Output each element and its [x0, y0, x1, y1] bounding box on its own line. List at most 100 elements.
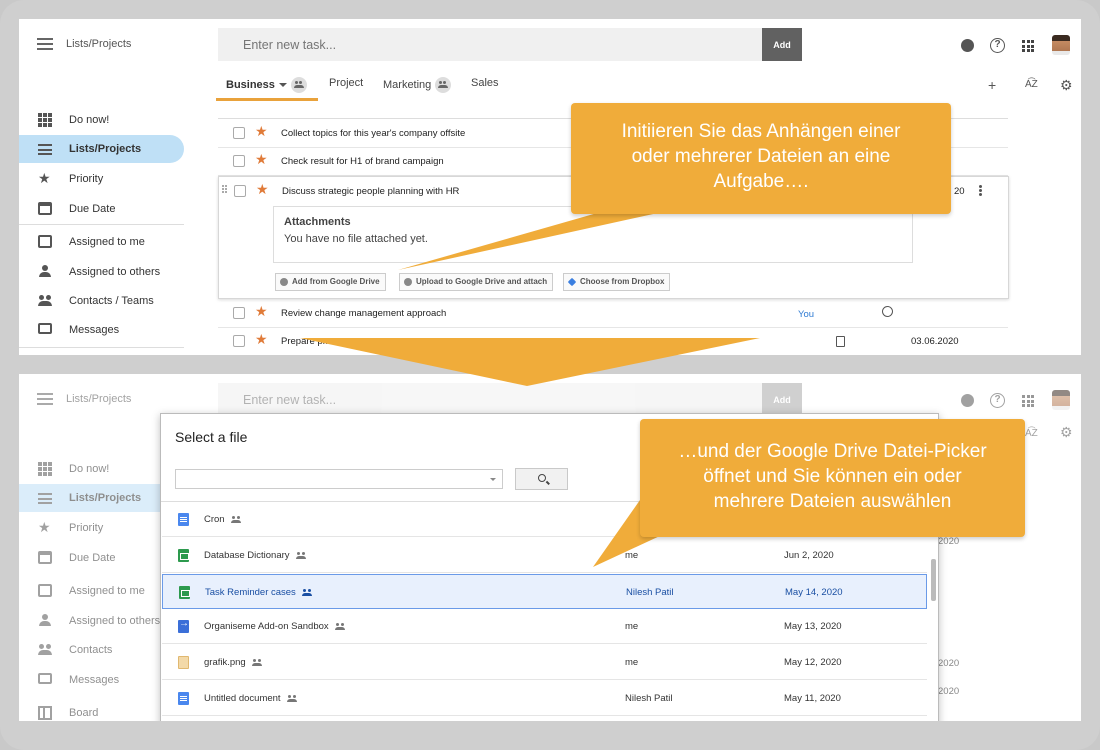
calendar-icon [38, 551, 52, 564]
notification-icon[interactable] [961, 394, 974, 407]
sidebar-item-due-date[interactable]: Due Date [19, 195, 184, 223]
star-icon[interactable]: ★ [255, 152, 268, 166]
task-date: 2020 [938, 686, 960, 697]
inbox-icon [38, 235, 52, 248]
task-checkbox[interactable] [233, 155, 245, 167]
breadcrumb: Lists/Projects [66, 393, 132, 405]
sort-az-icon[interactable]: A͡Z [1025, 79, 1038, 90]
sidebar-item-assigned-to-me[interactable]: Assigned to me [19, 228, 184, 256]
file-row[interactable]: grafik.png me May 12, 2020 [162, 645, 927, 680]
callout-line: öffnet und Sie können ein oder [703, 466, 962, 487]
add-from-google-drive-button[interactable]: Add from Google Drive [275, 273, 386, 291]
google-drive-icon [280, 278, 288, 286]
task-checkbox[interactable] [233, 307, 245, 319]
task-checkbox[interactable] [233, 127, 245, 139]
person-icon [38, 614, 52, 628]
shared-icon [251, 658, 263, 666]
shortcut-icon [178, 618, 189, 633]
task-date: 2020 [938, 658, 960, 669]
group-icon [38, 294, 52, 308]
sidebar-item-priority[interactable]: ★ Priority [19, 165, 184, 193]
task-checkbox[interactable] [233, 335, 245, 347]
google-drive-icon [404, 278, 412, 286]
task-title: Check result for H1 of brand campaign [281, 156, 444, 167]
menu-icon[interactable] [37, 38, 53, 50]
notification-icon[interactable] [961, 39, 974, 52]
sidebar-item-label: Lists/Projects [69, 492, 142, 504]
sidebar-item-messages[interactable]: Messages [19, 316, 184, 344]
help-icon[interactable]: ? [990, 38, 1005, 53]
task-checkbox[interactable] [234, 185, 246, 197]
menu-icon[interactable] [37, 393, 53, 405]
sidebar-item-label: Contacts / Teams [69, 295, 154, 307]
file-name: Cron [204, 514, 225, 525]
tab-marketing[interactable]: Marketing [383, 77, 452, 93]
board-icon [38, 706, 52, 720]
avatar[interactable] [1052, 35, 1070, 55]
file-date: May 11, 2020 [784, 693, 841, 704]
add-task-button[interactable]: Add [762, 383, 802, 416]
doc-icon [178, 692, 189, 705]
chevron-down-icon[interactable] [490, 478, 496, 481]
add-icon[interactable]: + [988, 77, 996, 93]
new-task-input[interactable] [218, 383, 762, 416]
callout-picker: …und der Google Drive Datei-Picker öffne… [640, 419, 1025, 537]
task-title: Prepare pr... [281, 336, 334, 347]
new-task-input[interactable] [218, 28, 762, 61]
tab-project[interactable]: Project [329, 77, 363, 89]
file-row[interactable]: Organiseme Add-on Sandbox me May 13, 2020 [162, 609, 927, 644]
callout-line: …und der Google Drive Datei-Picker [678, 441, 987, 462]
sidebar-item-label: Assigned to me [69, 236, 145, 248]
help-icon[interactable]: ? [990, 393, 1005, 408]
star-icon[interactable]: ★ [255, 304, 268, 318]
callout-attach: Initiieren Sie das Anhängen einer oder m… [571, 103, 951, 214]
file-search-input[interactable] [175, 469, 503, 489]
sidebar-item-contacts-teams[interactable]: Contacts / Teams [19, 287, 184, 315]
file-row[interactable]: Untitled document Nilesh Patil May 11, 202… [162, 681, 927, 716]
chevron-down-icon [278, 83, 287, 87]
scrollbar[interactable] [931, 559, 936, 601]
callout-line: mehrere Dateien auswählen [713, 491, 952, 512]
tab-label: Marketing [383, 78, 432, 91]
star-icon[interactable]: ★ [255, 124, 268, 138]
star-icon[interactable]: ★ [255, 332, 268, 346]
task-row[interactable]: ★ Review change management approach You [218, 299, 1008, 328]
attachments-title: Attachments [284, 216, 351, 228]
task-row[interactable]: ★ Prepare pr... 03.06.2020 [218, 327, 1008, 355]
list-icon [38, 493, 52, 504]
callout-line: Initiieren Sie das Anhängen einer [621, 121, 901, 142]
sidebar-item-lists-projects[interactable]: Lists/Projects [19, 135, 184, 163]
apps-grid-icon[interactable] [1022, 395, 1034, 407]
task-title: Collect topics for this year's company o… [281, 128, 466, 139]
task-assignee[interactable]: You [798, 309, 814, 320]
file-owner: Nilesh Patil [626, 587, 674, 598]
sidebar-divider [19, 347, 184, 348]
sidebar-item-do-now[interactable]: Do now! [19, 106, 184, 134]
apps-grid-icon[interactable] [1022, 40, 1034, 52]
file-date: May 12, 2020 [784, 657, 842, 668]
choose-from-dropbox-button[interactable]: Choose from Dropbox [563, 273, 671, 291]
gear-icon[interactable]: ⚙ [1060, 424, 1073, 441]
sidebar-item-label: Messages [69, 324, 120, 336]
file-row[interactable]: Database Dictionary me Jun 2, 2020 [162, 538, 927, 573]
star-icon[interactable]: ★ [256, 182, 269, 196]
file-owner: me [625, 621, 639, 632]
gear-icon[interactable]: ⚙ [1060, 77, 1073, 94]
avatar[interactable] [1052, 390, 1070, 410]
search-button[interactable] [515, 468, 568, 490]
file-name: Untitled document [204, 693, 281, 704]
alarm-icon[interactable] [882, 306, 893, 317]
add-task-button[interactable]: Add [762, 28, 802, 61]
note-icon[interactable] [836, 336, 845, 347]
sidebar-divider [19, 224, 184, 225]
inbox-icon [38, 584, 52, 597]
file-row-selected[interactable]: Task Reminder cases Nilesh Patil May 14, 2… [162, 574, 927, 609]
sort-az-icon[interactable]: A͡Z [1025, 428, 1038, 439]
group-icon [38, 643, 52, 657]
tab-business[interactable]: Business [226, 77, 307, 93]
more-options-icon[interactable] [979, 185, 982, 188]
upload-to-google-drive-button[interactable]: Upload to Google Drive and attach [399, 273, 554, 291]
sidebar-item-assigned-to-others[interactable]: Assigned to others [19, 258, 184, 286]
tab-sales[interactable]: Sales [471, 77, 499, 89]
drag-handle-icon[interactable] [222, 185, 224, 187]
